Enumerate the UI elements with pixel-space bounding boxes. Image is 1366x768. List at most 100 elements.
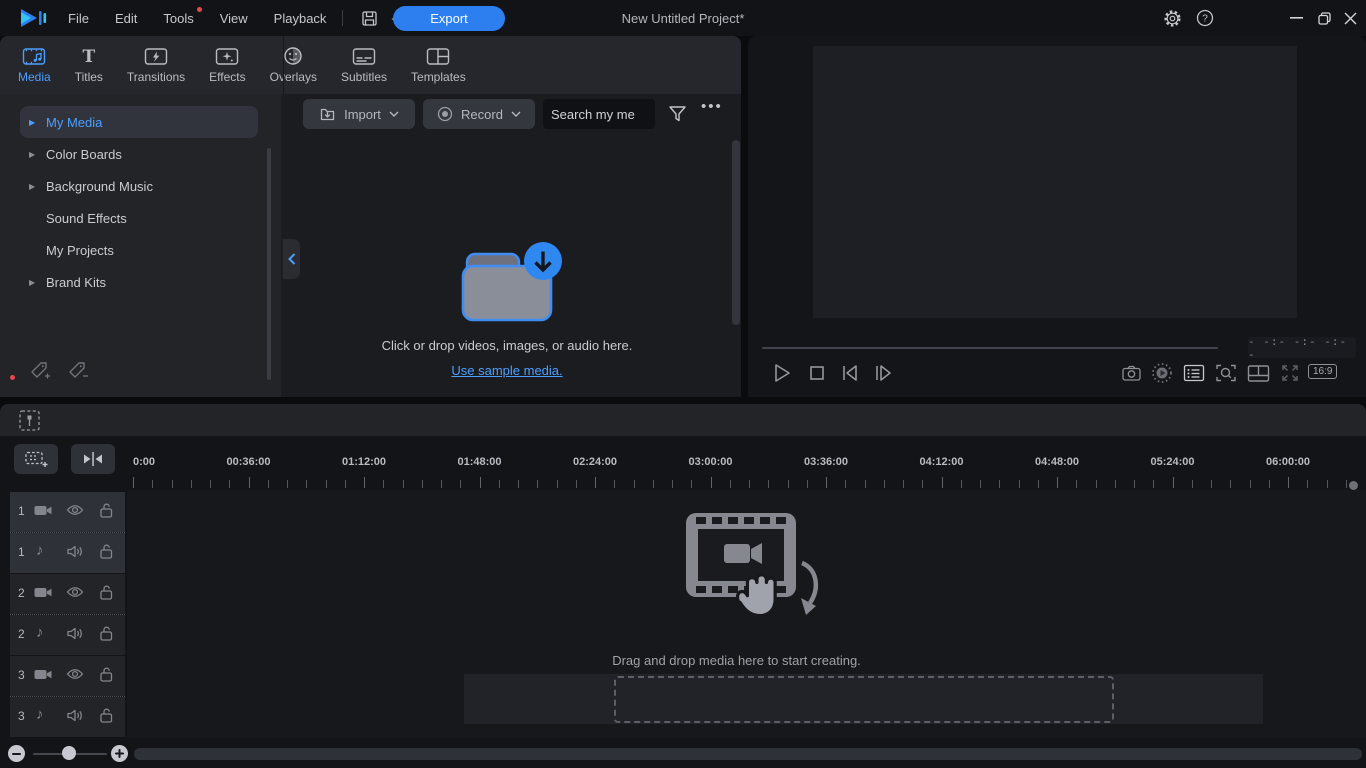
track-header-video-1[interactable]: 1 — [10, 492, 125, 532]
menu-edit[interactable]: Edit — [115, 11, 137, 26]
sidebar-item-brand-kits[interactable]: ▶ Brand Kits — [20, 266, 258, 298]
expand-arrow-icon[interactable]: ▶ — [29, 150, 35, 159]
manage-tracks-button[interactable] — [14, 444, 58, 474]
ruler-tick — [210, 480, 211, 488]
ruler-tick — [268, 480, 269, 488]
sidebar-item-color-boards[interactable]: ▶ Color Boards — [20, 138, 258, 170]
tab-effects[interactable]: Effects — [201, 42, 253, 88]
tab-transitions[interactable]: Transitions — [119, 42, 193, 88]
ruler-tick — [961, 480, 962, 488]
tab-subtitles[interactable]: Subtitles — [333, 42, 395, 88]
render-preview-icon[interactable] — [1150, 361, 1174, 385]
ruler-tick — [1134, 480, 1135, 488]
more-options-button[interactable]: ••• — [701, 98, 723, 115]
search-input[interactable] — [543, 99, 655, 129]
titles-icon: T — [82, 46, 95, 66]
tab-media[interactable]: Media — [10, 42, 59, 88]
lock-track-icon[interactable] — [98, 625, 114, 642]
settings-gear-icon[interactable] — [1160, 0, 1184, 36]
ruler-label: 03:36:00 — [804, 456, 848, 468]
mute-audio-icon[interactable] — [66, 708, 84, 723]
use-sample-media-link[interactable]: Use sample media. — [451, 363, 562, 378]
remove-tag-icon[interactable] — [66, 359, 90, 383]
mute-audio-icon[interactable] — [66, 626, 84, 641]
audio-track-icon: ♪ — [36, 542, 44, 559]
play-button[interactable] — [770, 361, 794, 385]
lock-track-icon[interactable] — [98, 584, 114, 601]
tab-titles[interactable]: T Titles — [67, 42, 111, 88]
preview-seekbar[interactable] — [762, 347, 1218, 349]
ruler-tick — [1019, 480, 1020, 488]
timeline-horizontal-scrollbar[interactable] — [134, 748, 1362, 760]
record-button[interactable]: Record — [423, 99, 535, 129]
ruler-tick — [152, 480, 153, 488]
ruler-tick — [845, 480, 846, 488]
app-logo-icon — [20, 7, 48, 29]
lock-track-icon[interactable] — [98, 502, 114, 519]
media-dropzone[interactable]: Click or drop videos, images, or audio h… — [281, 134, 733, 397]
track-header-audio-1[interactable]: 1 ♪ — [10, 533, 125, 573]
collapse-sidebar-button[interactable] — [283, 239, 300, 279]
help-icon[interactable]: ? — [1193, 0, 1217, 36]
lock-track-icon[interactable] — [98, 666, 114, 683]
ruler-tick — [922, 480, 923, 488]
sidebar-item-sound-effects[interactable]: Sound Effects — [20, 202, 258, 234]
track-header-audio-3[interactable]: 3 ♪ — [10, 697, 125, 737]
zoom-in-button[interactable] — [111, 745, 128, 762]
menu-tools[interactable]: Tools — [163, 11, 193, 26]
menu-view[interactable]: View — [220, 11, 248, 26]
track-header-video-2[interactable]: 2 — [10, 574, 125, 614]
sidebar-item-my-media[interactable]: ▶ My Media — [20, 106, 258, 138]
menu-playback[interactable]: Playback — [274, 11, 327, 26]
zoom-out-button[interactable] — [8, 745, 25, 762]
ruler-label: 03:00:00 — [688, 456, 732, 468]
timeline-ruler[interactable]: 0:00 00:36:00 01:12:00 01:48:00 02:24:00… — [133, 456, 1366, 472]
next-frame-button[interactable] — [871, 361, 895, 385]
toggle-visibility-icon[interactable] — [66, 585, 84, 599]
ruler-ticks — [133, 476, 1366, 489]
ruler-tick — [364, 477, 365, 488]
ruler-tick — [730, 480, 731, 488]
sidebar-scrollbar[interactable] — [267, 148, 271, 380]
mute-audio-icon[interactable] — [66, 544, 84, 559]
import-button[interactable]: Import — [303, 99, 415, 129]
track-header-audio-2[interactable]: 2 ♪ — [10, 615, 125, 655]
ruler-tick — [1250, 480, 1251, 488]
toggle-visibility-icon[interactable] — [66, 667, 84, 681]
save-icon[interactable] — [357, 6, 381, 30]
menu-file[interactable]: File — [68, 11, 89, 26]
marker-list-icon[interactable] — [1182, 361, 1206, 385]
timeline-settings-icon[interactable] — [18, 409, 41, 432]
add-tag-icon[interactable] — [28, 359, 52, 383]
tab-overlays[interactable]: Overlays — [262, 42, 325, 88]
lock-track-icon[interactable] — [98, 707, 114, 724]
expand-arrow-icon[interactable]: ▶ — [29, 118, 35, 127]
split-clip-button[interactable] — [71, 444, 115, 474]
zoom-level-icon[interactable] — [1214, 361, 1238, 385]
stop-button[interactable] — [805, 361, 829, 385]
ruler-label: 04:12:00 — [919, 456, 963, 468]
aspect-ratio-badge[interactable]: 16:9 — [1308, 364, 1337, 379]
transitions-icon — [144, 46, 168, 66]
ruler-tick — [595, 477, 596, 488]
track-number: 1 — [18, 545, 30, 559]
toggle-visibility-icon[interactable] — [66, 503, 84, 517]
filter-icon[interactable] — [665, 102, 689, 126]
tab-templates[interactable]: Templates — [403, 42, 474, 88]
fullscreen-icon[interactable] — [1278, 361, 1302, 385]
track-header-video-3[interactable]: 3 — [10, 656, 125, 696]
sidebar-item-my-projects[interactable]: My Projects — [20, 234, 258, 266]
expand-arrow-icon[interactable]: ▶ — [29, 182, 35, 191]
split-screen-icon[interactable] — [1246, 361, 1270, 385]
snapshot-camera-icon[interactable] — [1119, 361, 1143, 385]
ruler-tick — [383, 480, 384, 488]
close-button[interactable] — [1334, 0, 1366, 36]
export-button[interactable]: Export — [393, 6, 505, 31]
expand-arrow-icon[interactable]: ▶ — [29, 278, 35, 287]
lock-track-icon[interactable] — [98, 543, 114, 560]
media-scrollbar[interactable] — [732, 140, 740, 325]
ruler-label: 05:24:00 — [1150, 456, 1194, 468]
sidebar-item-background-music[interactable]: ▶ Background Music — [20, 170, 258, 202]
previous-frame-button[interactable] — [838, 361, 862, 385]
zoom-slider-thumb[interactable] — [62, 746, 76, 760]
